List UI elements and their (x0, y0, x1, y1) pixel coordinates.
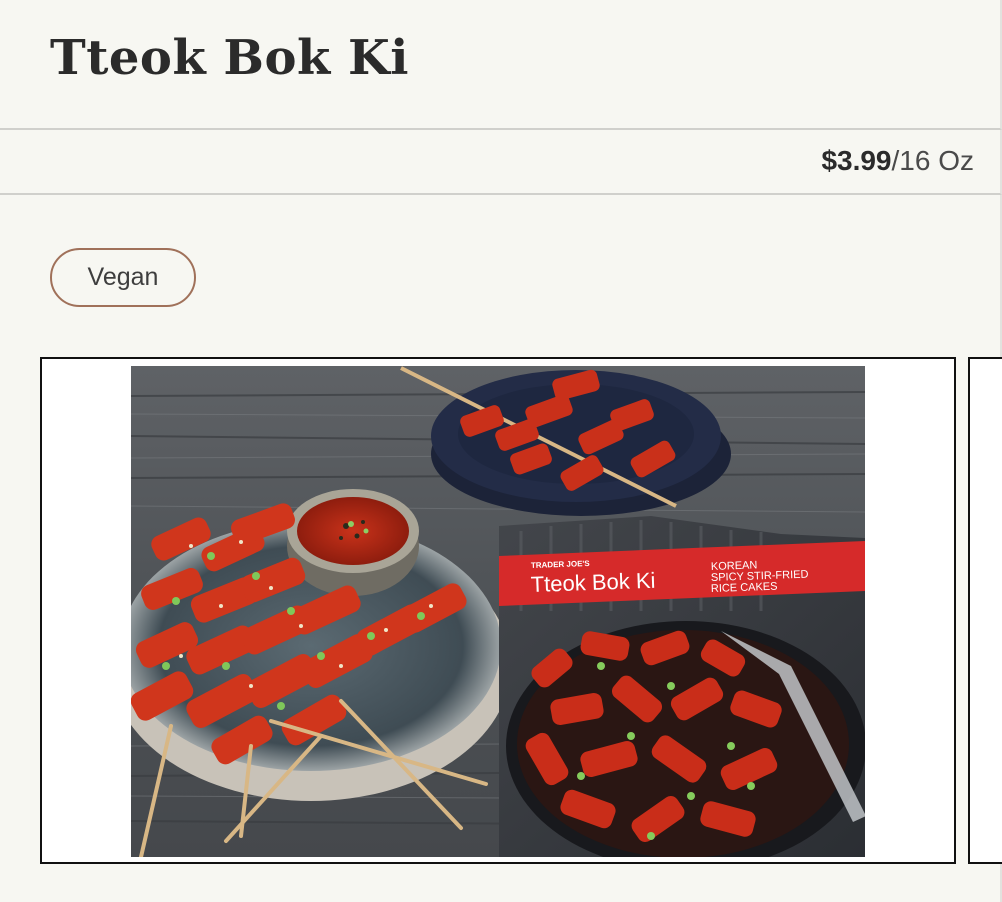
price-bar: $3.99/16 Oz (0, 130, 1002, 195)
price-display: $3.99/16 Oz (821, 145, 974, 177)
image-carousel-slide[interactable]: TRADER JOE'S Tteok Bok Ki KOREAN SPICY S… (40, 357, 956, 864)
package-subtitle-3: RICE CAKES (711, 581, 778, 595)
product-photo: TRADER JOE'S Tteok Bok Ki KOREAN SPICY S… (131, 366, 865, 857)
product-unit: /16 Oz (891, 145, 974, 176)
title-bar: Tteok Bok Ki (0, 0, 1002, 130)
package-title-text: Tteok Bok Ki (530, 568, 656, 597)
tag-vegan[interactable]: Vegan (50, 248, 196, 307)
product-title: Tteok Bok Ki (50, 30, 409, 86)
product-price: $3.99 (821, 145, 892, 176)
product-content: Vegan TRADER JOE'S Tteok Bok Ki KOREAN S… (0, 195, 1002, 902)
next-image-slide[interactable] (968, 357, 1002, 864)
